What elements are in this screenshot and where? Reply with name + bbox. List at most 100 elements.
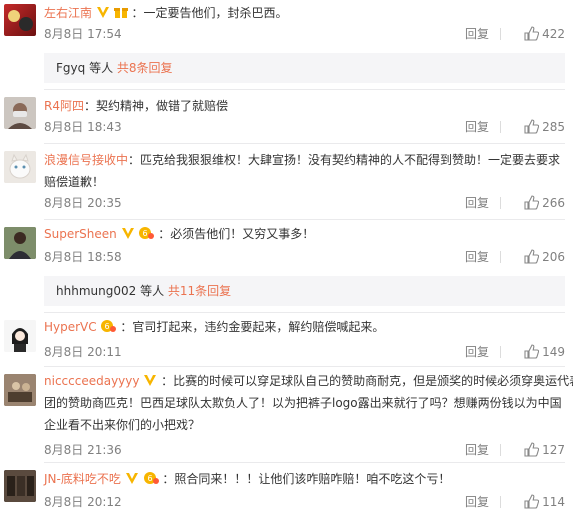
thumbs-up-icon[interactable] — [524, 442, 540, 461]
reply-button[interactable]: 回复 — [465, 494, 489, 510]
comment-text-line: 企业看不出来你们的小把戏？ — [44, 414, 565, 436]
username-link[interactable]: nicccceedayyyy — [44, 374, 139, 388]
vip-v-icon — [125, 470, 139, 492]
comment-text: ：官司打起来，违约金要起来，解约赔偿喊起来。 — [120, 320, 385, 334]
comment-meta: 8月8日 20:35 回复 266 — [44, 195, 565, 211]
svg-text:6: 6 — [105, 322, 110, 331]
svg-text:6: 6 — [147, 474, 152, 483]
divider — [44, 219, 565, 220]
comment-text-line2: 团的赞助商匹克！巴西足球队太欺负人了！以为把裤子logo露出来就行了吗？想赚两份… — [44, 396, 562, 410]
comment-text-line: R4阿四：契约精神，做错了就赔偿 — [44, 95, 565, 117]
like-count: 149 — [542, 345, 565, 359]
comment-text-line3: 企业看不出来你们的小把戏？ — [44, 418, 201, 432]
reply-users-suffix: 等人 — [85, 61, 117, 75]
thumbs-up-icon[interactable] — [524, 195, 540, 214]
meta-separator — [500, 346, 501, 358]
reply-users[interactable]: Fgyq — [56, 61, 85, 75]
comment-meta: 8月8日 20:11 回复 149 — [44, 344, 565, 360]
comment-text-line: HyperVC 6 ：官司打起来，违约金要起来，解约赔偿喊起来。 — [44, 316, 565, 340]
thumbs-up-icon[interactable] — [524, 26, 540, 45]
comment-item: R4阿四：契约精神，做错了就赔偿 8月8日 18:43 回复 285 — [0, 93, 573, 143]
divider — [44, 143, 565, 144]
divider — [44, 462, 565, 463]
comment-meta: 8月8日 20:12 回复 114 — [44, 494, 565, 510]
comment-text-line1: ：比赛的时候可以穿足球队自己的赞助商耐克，但是颁奖的时候必须穿奥运代表 — [161, 374, 573, 388]
avatar[interactable] — [4, 151, 36, 183]
comment-item: HyperVC 6 ：官司打起来，违约金要起来，解约赔偿喊起来。 8月8日 20… — [0, 316, 573, 364]
reply-button[interactable]: 回复 — [465, 119, 489, 135]
thumbs-up-icon[interactable] — [524, 494, 540, 513]
vip-v-icon — [121, 225, 135, 247]
svg-text:6: 6 — [143, 229, 148, 238]
thumbs-up-icon[interactable] — [524, 119, 540, 138]
meta-separator — [500, 28, 501, 40]
avatar[interactable] — [4, 320, 36, 352]
divider — [44, 312, 565, 313]
comment-text: ：一定要告他们，封杀巴西。 — [131, 6, 288, 20]
reply-button[interactable]: 回复 — [465, 249, 489, 265]
comment-text: ：照合同来！！！让他们该咋赔咋赔！咱不吃这个亏！ — [162, 472, 451, 486]
avatar[interactable] — [4, 4, 36, 36]
comment-item: JN-底料吃不吃 6 ：照合同来！！！让他们该咋赔咋赔！咱不吃这个亏！ 8月8日… — [0, 466, 573, 513]
comment-meta: 8月8日 18:43 回复 285 — [44, 119, 565, 135]
comment-item: 左右江南 ：一定要告他们，封杀巴西。 8月8日 17:54 回复 422 — [0, 0, 573, 50]
comment-date: 8月8日 20:11 — [44, 345, 122, 359]
vip-v-icon — [143, 372, 157, 394]
comment-list: 左右江南 ：一定要告他们，封杀巴西。 8月8日 17:54 回复 422 Fgy… — [0, 0, 573, 513]
comment-text-line: 浪漫信号接收中：匹克给我狠狠维权！大肆宣扬！没有契约精神的人不配得到赞助！一定要… — [44, 149, 565, 171]
comment-date: 8月8日 18:58 — [44, 250, 122, 264]
more-replies-link[interactable]: 共8条回复 — [117, 61, 173, 75]
fan-badge-icon: 6 — [100, 318, 117, 340]
reply-button[interactable]: 回复 — [465, 26, 489, 42]
comment-text-line: JN-底料吃不吃 6 ：照合同来！！！让他们该咋赔咋赔！咱不吃这个亏！ — [44, 468, 565, 492]
reply-users[interactable]: hhhmung002 — [56, 284, 136, 298]
username-link[interactable]: HyperVC — [44, 320, 97, 334]
more-replies-bar[interactable]: Fgyq 等人 共8条回复 — [44, 53, 565, 83]
comment-text-line2: 赔偿道歉！ — [44, 175, 105, 189]
fan-badge-icon: 6 — [143, 470, 159, 492]
meta-separator — [500, 444, 501, 456]
meta-separator — [500, 251, 501, 263]
meta-separator — [500, 121, 501, 133]
comment-text: ：契约精神，做错了就赔偿 — [83, 99, 228, 113]
avatar[interactable] — [4, 374, 36, 406]
like-count: 266 — [542, 196, 565, 210]
reply-button[interactable]: 回复 — [465, 344, 489, 360]
like-count: 206 — [542, 250, 565, 264]
comment-date: 8月8日 20:12 — [44, 495, 122, 509]
avatar[interactable] — [4, 470, 36, 502]
username-link[interactable]: 浪漫信号接收中 — [44, 153, 128, 167]
like-count: 422 — [542, 27, 565, 41]
avatar[interactable] — [4, 97, 36, 129]
username-link[interactable]: JN-底料吃不吃 — [44, 472, 121, 486]
gift-icon — [113, 4, 128, 26]
comment-date: 8月8日 21:36 — [44, 443, 122, 457]
username-link[interactable]: R4阿四 — [44, 99, 84, 113]
comment-text: ：必须告他们！又穷又事多！ — [158, 227, 315, 241]
vip-v-icon — [96, 4, 110, 26]
like-count: 285 — [542, 120, 565, 134]
more-replies-bar[interactable]: hhhmung002 等人 共11条回复 — [44, 276, 565, 306]
username-link[interactable]: 左右江南 — [44, 6, 92, 20]
thumbs-up-icon[interactable] — [524, 344, 540, 363]
reply-button[interactable]: 回复 — [465, 442, 489, 458]
comment-meta: 8月8日 18:58 回复 206 — [44, 249, 565, 265]
comment-date: 8月8日 18:43 — [44, 120, 122, 134]
comment-text-line: 团的赞助商匹克！巴西足球队太欺负人了！以为把裤子logo露出来就行了吗？想赚两份… — [44, 392, 565, 414]
comment-date: 8月8日 17:54 — [44, 27, 122, 41]
comment-text-line: SuperSheen 6 ：必须告他们！又穷又事多！ — [44, 223, 565, 247]
reply-users-suffix: 等人 — [136, 284, 168, 298]
more-replies-link[interactable]: 共11条回复 — [168, 284, 231, 298]
comment-text-line: 左右江南 ：一定要告他们，封杀巴西。 — [44, 2, 565, 26]
thumbs-up-icon[interactable] — [524, 249, 540, 268]
divider — [44, 366, 565, 367]
divider — [44, 89, 565, 90]
username-link[interactable]: SuperSheen — [44, 227, 117, 241]
meta-separator — [500, 496, 501, 508]
comment-text-line: nicccceedayyyy ：比赛的时候可以穿足球队自己的赞助商耐克，但是颁奖… — [44, 370, 573, 394]
comment-meta: 8月8日 21:36 回复 127 — [44, 442, 565, 458]
reply-button[interactable]: 回复 — [465, 195, 489, 211]
like-count: 127 — [542, 443, 565, 457]
comment-item: 浪漫信号接收中：匹克给我狠狠维权！大肆宣扬！没有契约精神的人不配得到赞助！一定要… — [0, 147, 573, 215]
avatar[interactable] — [4, 227, 36, 259]
